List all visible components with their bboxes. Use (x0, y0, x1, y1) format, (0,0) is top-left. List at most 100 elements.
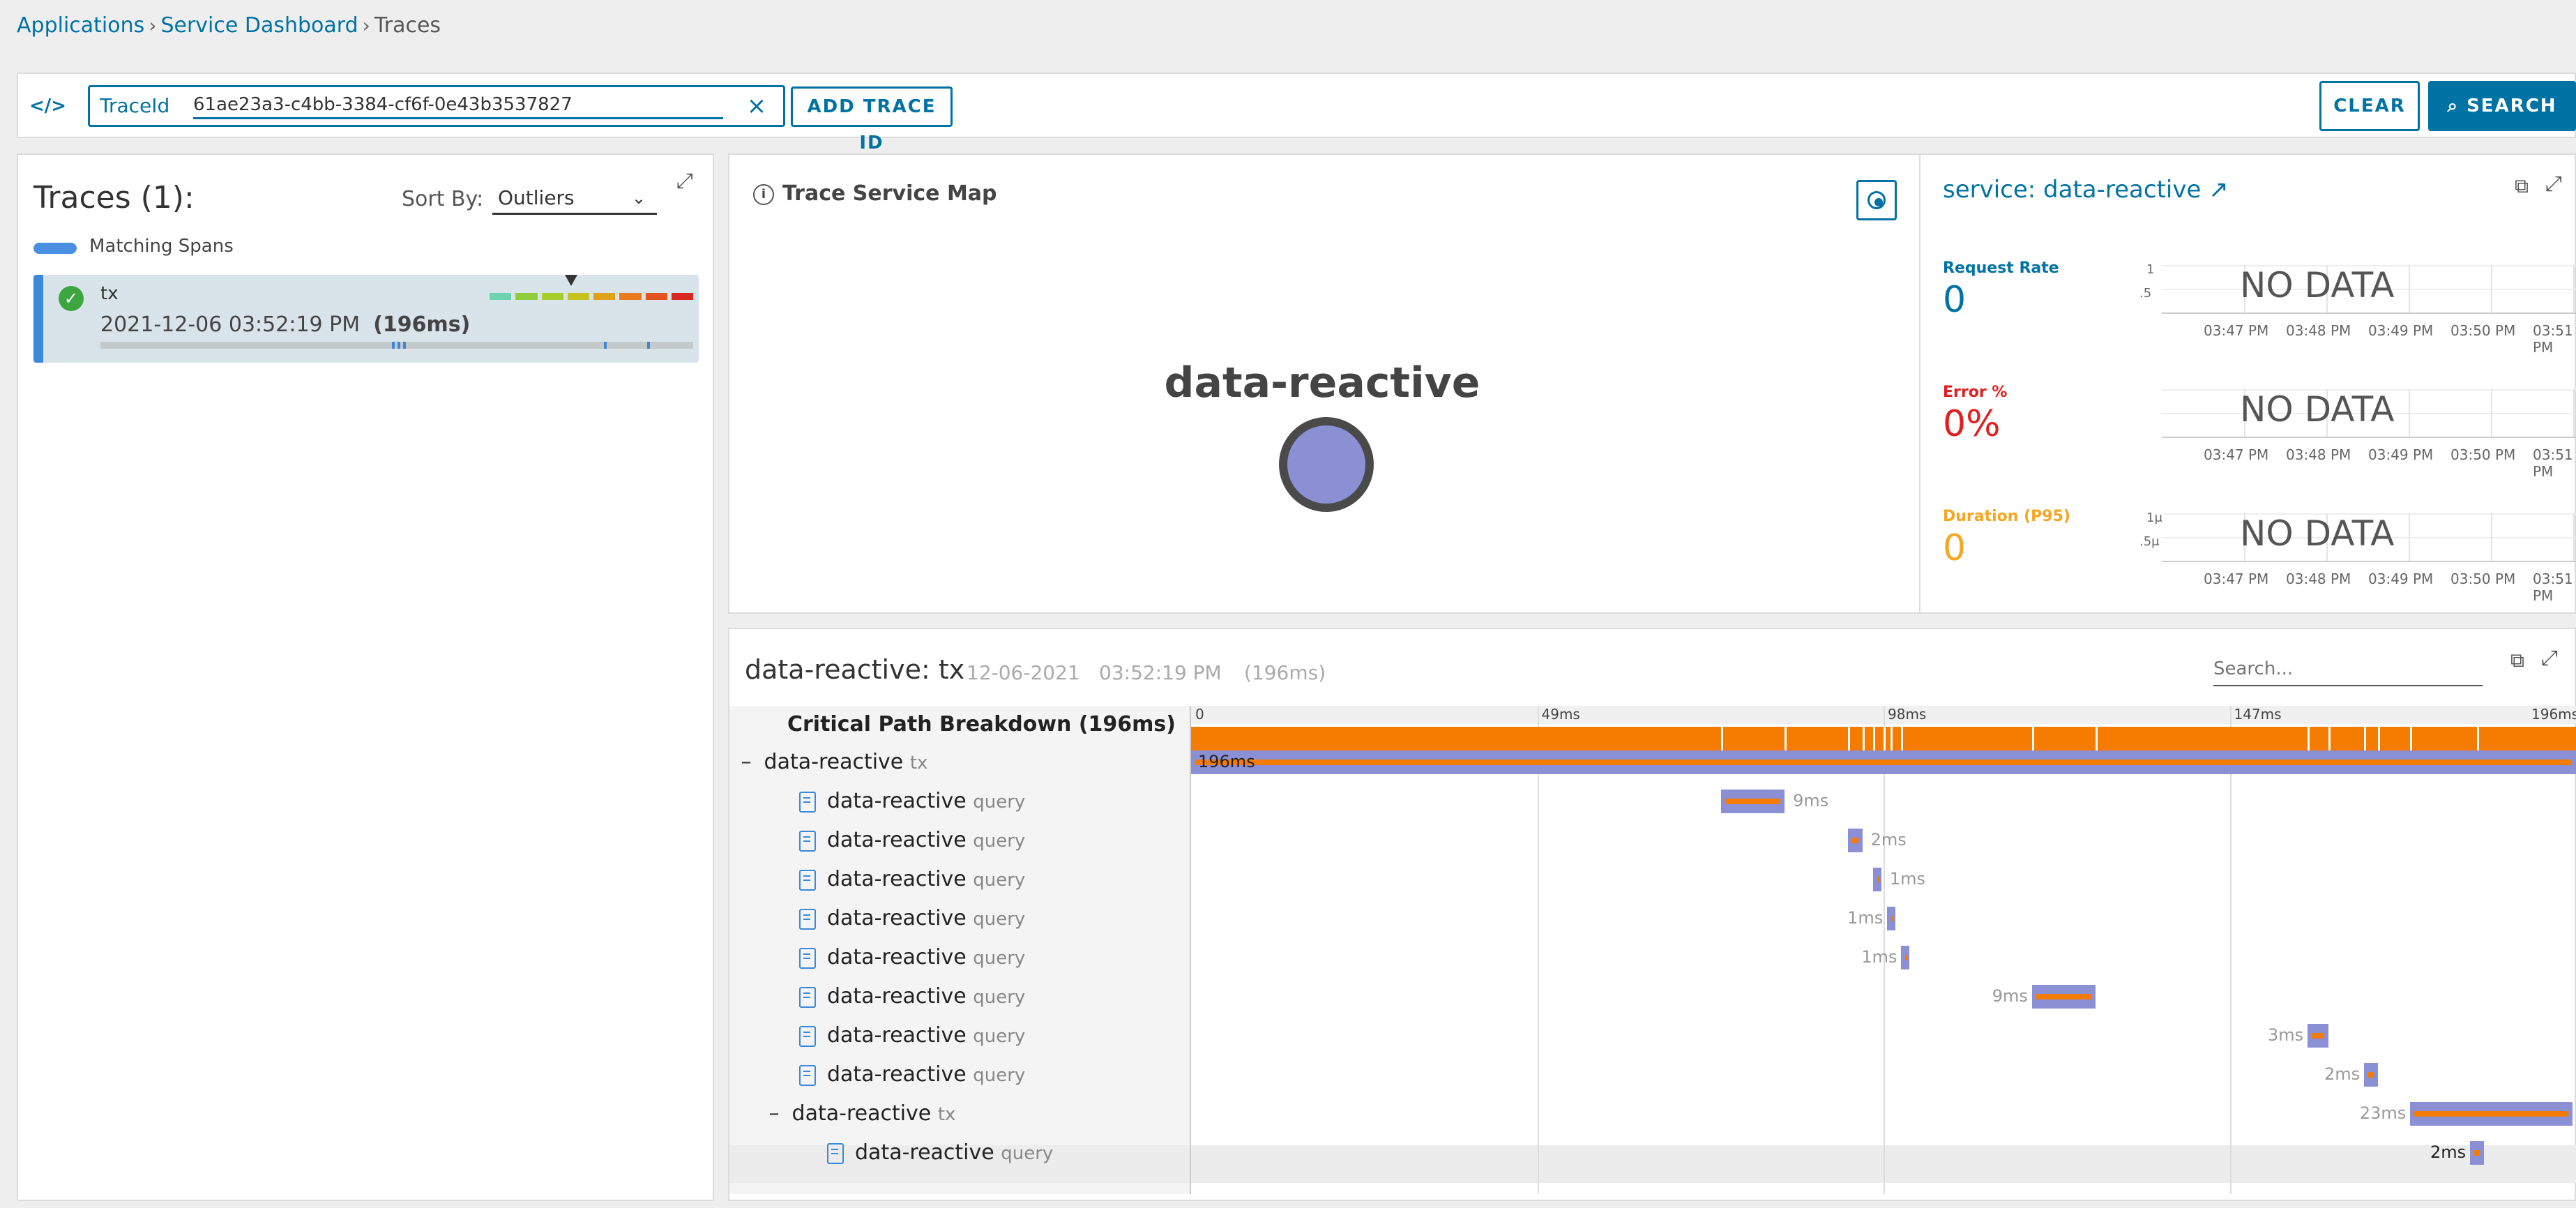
y-tick-label: 1μ (2146, 511, 2162, 525)
expand-icon[interactable]: ⤢ (676, 169, 693, 193)
span-row[interactable]: data-reactive query (729, 1017, 1259, 1055)
x-tick-label: 03:51 PM (2533, 571, 2573, 604)
sort-by-value: Outliers (498, 186, 575, 209)
span-service-name: data-reactive (827, 828, 967, 852)
critical-path-gap (1862, 727, 1865, 750)
trace-timestamp: 2021-12-06 03:52:19 PM (196ms) (100, 312, 470, 337)
breadcrumb-service-dashboard-link[interactable]: Service Dashboard (160, 13, 358, 38)
clear-button[interactable]: CLEAR (2319, 81, 2420, 131)
span-row[interactable]: data-reactive query (729, 939, 1259, 976)
span-duration-label: 1ms (1847, 908, 1884, 928)
trace-list-item[interactable]: ✓ tx 2021-12-06 03:52:19 PM (196ms) (33, 275, 699, 363)
span-row[interactable]: – data-reactive tx (729, 1095, 1223, 1133)
collapse-toggle-icon[interactable]: – (763, 1095, 785, 1133)
span-kind: query (973, 831, 1026, 852)
span-duration-label: 2ms (1870, 830, 1907, 850)
target-icon (1867, 191, 1886, 209)
span-row[interactable]: data-reactive query (729, 978, 1259, 1016)
span-row[interactable]: data-reactive query (729, 900, 1259, 937)
query-document-icon (799, 869, 816, 891)
metric-label: Duration (P95) (1943, 508, 2070, 525)
span-tick (604, 342, 607, 349)
span-tick (647, 342, 650, 349)
search-button[interactable]: ⌕ SEARCH (2428, 81, 2576, 131)
critical-path-label: Critical Path Breakdown (196ms) (787, 712, 1176, 737)
span-bar[interactable] (2031, 985, 2096, 1009)
breadcrumb-separator: › (362, 13, 370, 37)
span-row[interactable]: data-reactive query (729, 783, 1259, 820)
span-duration-label: 1ms (1861, 947, 1897, 967)
focus-target-button[interactable] (1856, 180, 1897, 220)
grid-line (2409, 265, 2410, 312)
metric-mini-chart: NO DATA 03:47 PM 03:48 PM 03:49 PM 03:50 PM 0… (2132, 389, 2576, 480)
grid-line (2491, 513, 2492, 561)
window-restore-icon[interactable]: ⧉ (2510, 649, 2524, 672)
span-critical-segment (1905, 955, 1909, 960)
critical-path-gap (2378, 727, 2381, 750)
info-icon[interactable]: i (753, 183, 774, 205)
span-bar[interactable] (1720, 790, 1785, 813)
span-bar[interactable] (2364, 1063, 2379, 1087)
timeline-axis-label: 196ms (2531, 706, 2576, 723)
span-search-input[interactable] (2213, 653, 2483, 686)
breadcrumb-applications-link[interactable]: Applications (17, 13, 144, 38)
span-bar[interactable] (1872, 868, 1881, 891)
metric-value: 0 (1943, 279, 1967, 321)
span-bar[interactable] (1191, 750, 2576, 774)
service-node[interactable] (1279, 417, 1374, 512)
span-service-name: data-reactive (827, 906, 967, 930)
span-critical-segment (2368, 1072, 2374, 1078)
collapse-toggle-icon[interactable]: – (735, 743, 757, 781)
span-bar[interactable] (1848, 829, 1863, 852)
outlier-scale-segment (645, 293, 667, 300)
x-tick-label: 03:48 PM (2286, 571, 2351, 587)
span-bar[interactable] (1901, 946, 1910, 969)
span-row[interactable]: data-reactive query (729, 861, 1259, 898)
sort-by-select[interactable]: Outliers ⌄ (492, 181, 657, 215)
span-row[interactable]: data-reactive query (729, 1134, 1287, 1172)
expand-icon[interactable]: ⤢ (2541, 646, 2558, 670)
service-title-link[interactable]: service: data-reactive ↗ (1943, 176, 2229, 204)
x-tick-label: 03:47 PM (2204, 446, 2269, 463)
x-tick-label: 03:47 PM (2204, 322, 2269, 339)
trace-id-input[interactable] (193, 91, 723, 119)
window-restore-icon[interactable]: ⧉ (2515, 174, 2529, 198)
x-tick-label: 03:47 PM (2204, 571, 2269, 587)
matching-spans-legend-swatch (33, 243, 77, 254)
trace-timestamp-value: 2021-12-06 03:52:19 PM (100, 312, 361, 337)
span-row[interactable]: data-reactive query (729, 1056, 1259, 1094)
clear-icon[interactable]: × (743, 87, 771, 125)
critical-path-gap (2364, 727, 2367, 750)
metric-label: Error % (1943, 384, 2008, 401)
span-duration-label: 2ms (2324, 1064, 2361, 1084)
code-icon[interactable]: </> (29, 92, 66, 120)
chevron-down-icon: ⌄ (632, 188, 646, 208)
span-service-name: data-reactive (827, 1062, 967, 1087)
trace-detail-title: data-reactive: tx (745, 654, 965, 685)
span-kind: query (973, 870, 1026, 891)
trace-detail-duration: (196ms) (1244, 661, 1326, 684)
span-bar[interactable] (2307, 1024, 2329, 1048)
span-critical-segment (1852, 838, 1858, 843)
query-document-icon (799, 947, 816, 969)
add-trace-id-button[interactable]: ADD TRACE ID (791, 86, 953, 153)
span-duration-label: 3ms (2267, 1025, 2304, 1045)
x-tick-label: 03:51 PM (2533, 322, 2573, 356)
span-service-name: data-reactive (764, 750, 904, 774)
span-row[interactable]: – data-reactive tx (729, 743, 1195, 781)
metric-value: 0 (1943, 527, 1967, 569)
span-critical-segment (1877, 877, 1880, 882)
span-critical-segment (2414, 1111, 2568, 1117)
expand-icon[interactable]: ⤢ (2545, 172, 2562, 196)
span-bar[interactable] (2409, 1102, 2573, 1126)
critical-path-gap (2328, 727, 2331, 750)
span-tick (403, 342, 406, 349)
span-duration-label: 9ms (1793, 791, 1829, 810)
trace-id-field[interactable]: TraceId × (88, 85, 785, 127)
span-bar[interactable] (1887, 907, 1896, 930)
span-bar[interactable] (2470, 1141, 2485, 1165)
x-tick-label: 03:48 PM (2286, 446, 2351, 463)
span-row[interactable]: data-reactive query (729, 822, 1259, 859)
query-document-icon (799, 791, 816, 813)
query-document-icon (799, 1064, 816, 1086)
